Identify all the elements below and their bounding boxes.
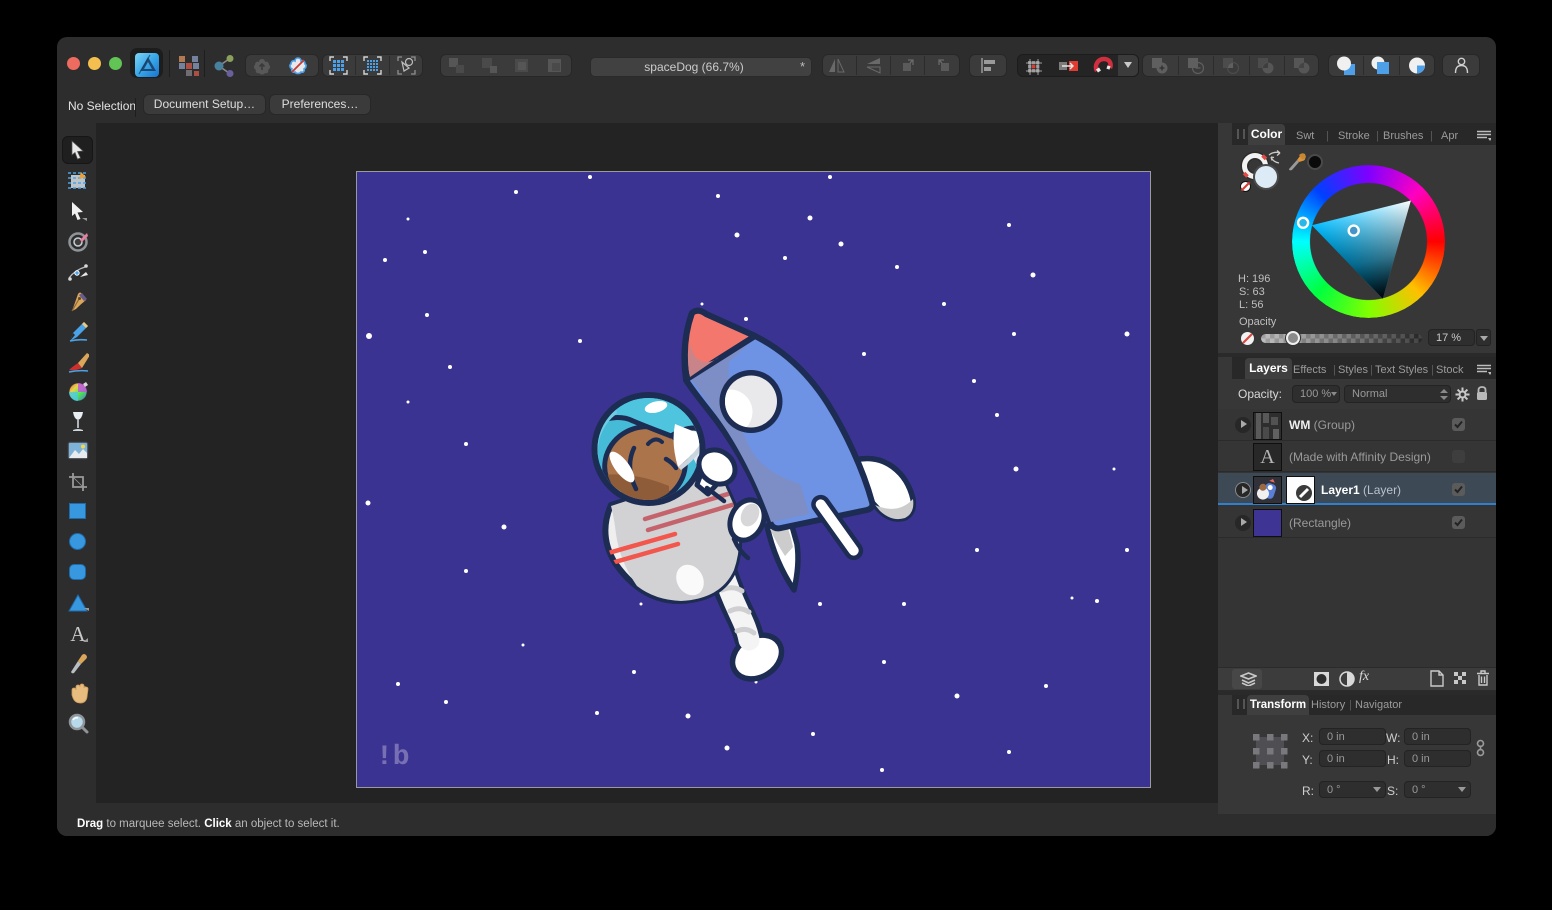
svg-text:!b: !b (376, 742, 410, 773)
